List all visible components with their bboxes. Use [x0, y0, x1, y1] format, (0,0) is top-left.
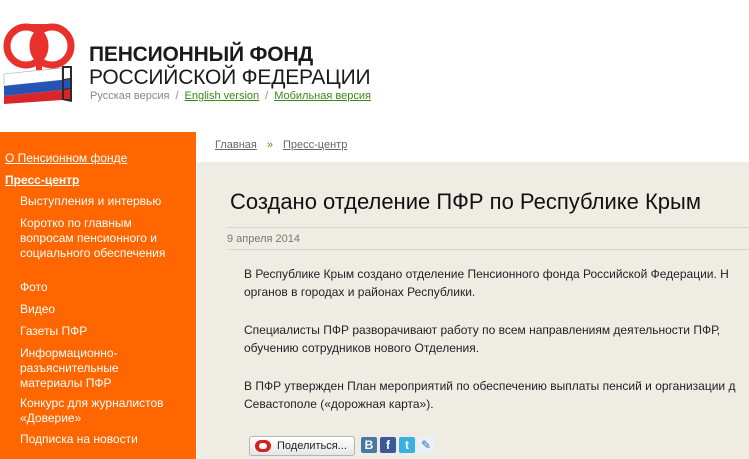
sidebar-subitem-contest[interactable]: Конкурс для журналистов «Доверие» [20, 396, 180, 426]
lang-mobile-link[interactable]: Мобильная версия [274, 90, 371, 102]
article-title: Создано отделение ПФР по Республике Крым [230, 189, 701, 214]
sidebar-subitem-speeches[interactable]: Выступления и интервью [20, 194, 190, 209]
sidebar-subitem-materials[interactable]: Информационно-разъяснительные материалы … [20, 346, 140, 391]
sidebar-item-press-center[interactable]: Пресс-центр [5, 173, 79, 188]
lang-separator: / [175, 90, 179, 102]
facebook-icon[interactable]: f [380, 437, 396, 453]
sidebar-item-about[interactable]: О Пенсионном фонде [5, 151, 127, 166]
article-content: Создано отделение ПФР по Республике Крым… [197, 162, 749, 459]
share-button[interactable]: Поделиться... [249, 436, 355, 456]
article-date: 9 апреля 2014 [227, 233, 301, 245]
share-icon [255, 440, 271, 452]
article-paragraph-line: обучению сотрудников нового Отделения. [244, 341, 480, 355]
sidebar-subitem-video[interactable]: Видео [20, 302, 190, 317]
article-paragraph-line: органов в городах и районах Республики. [244, 285, 476, 299]
sidebar-subitem-photo[interactable]: Фото [20, 280, 190, 295]
twitter-icon[interactable]: t [399, 437, 415, 453]
breadcrumb-home-link[interactable]: Главная [215, 139, 257, 151]
lang-separator: / [265, 90, 269, 102]
sidebar: О Пенсионном фонде Пресс-центр Выступлен… [0, 132, 196, 459]
site-title-line2: РОССИЙСКОЙ ФЕДЕРАЦИИ [89, 66, 371, 89]
date-divider-top [227, 227, 749, 228]
site-title-line1: ПЕНСИОННЫЙ ФОНД [89, 43, 314, 66]
date-divider-bottom [227, 249, 749, 250]
lang-english-link[interactable]: English version [185, 90, 260, 102]
share-button-label: Поделиться... [277, 440, 347, 452]
language-switcher: Русская версия / English version / Мобильная… [90, 89, 371, 103]
article-paragraph-line: В ПФР утвержден План мероприятий по обес… [244, 379, 736, 393]
breadcrumb-arrow-icon: » [266, 139, 273, 151]
sidebar-subitem-subscribe[interactable]: Подписка на новости [20, 432, 190, 447]
pfr-logo-icon[interactable] [0, 22, 80, 104]
livejournal-icon[interactable]: ✎ [418, 437, 434, 453]
main-area: Главная » Пресс-центр Создано отделение ПФ… [197, 132, 749, 459]
article-paragraph-line: Специалисты ПФР разворачивают работу по … [244, 323, 721, 337]
sidebar-subitem-faq[interactable]: Коротко по главным вопросам пенсионного … [20, 216, 170, 261]
sidebar-subitem-newspapers[interactable]: Газеты ПФР [20, 324, 190, 339]
lang-current: Русская версия [90, 90, 170, 102]
breadcrumb: Главная » Пресс-центр [215, 139, 347, 151]
article-paragraph-line: Севастополе («дорожная карта»). [244, 397, 434, 411]
breadcrumb-section-link[interactable]: Пресс-центр [283, 139, 347, 151]
site-header: ПЕНСИОННЫЙ ФОНД РОССИЙСКОЙ ФЕДЕРАЦИИ Рус… [0, 0, 749, 132]
vk-icon[interactable]: В [361, 437, 377, 453]
article-paragraph-line: В Республике Крым создано отделение Пенс… [244, 267, 729, 281]
